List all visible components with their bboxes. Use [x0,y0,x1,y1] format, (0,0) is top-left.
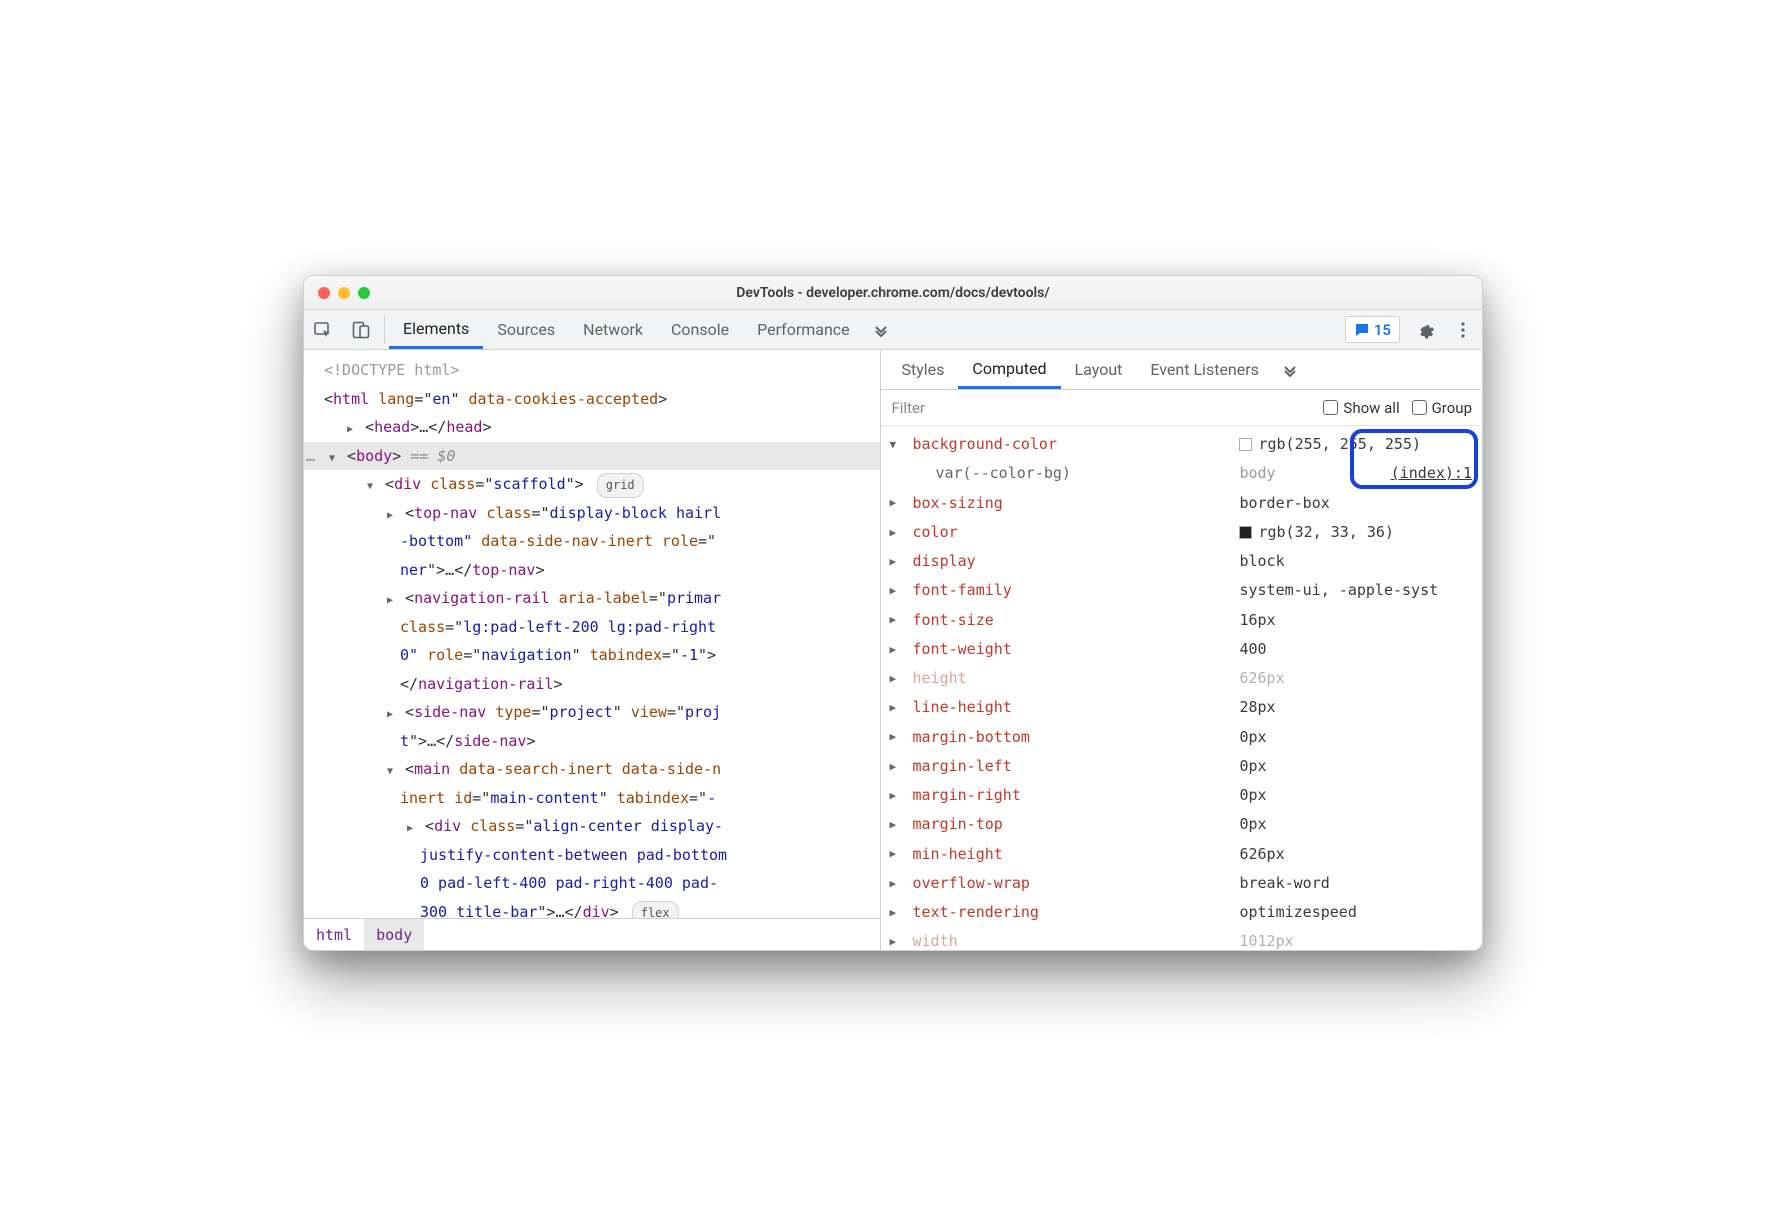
computed-row[interactable]: margin-right0px [881,781,1482,810]
computed-row-background-color[interactable]: background-color rgb(255, 255, 255) [881,430,1482,459]
tab-sources[interactable]: Sources [483,310,569,349]
filter-input[interactable]: Filter [891,399,1311,417]
computed-row[interactable]: margin-top0px [881,810,1482,839]
side-more-tabs-icon[interactable] [1273,350,1307,389]
dom-inner-div1-l3[interactable]: 0 pad-left-400 pad-right-400 pad- [304,869,880,898]
traffic-lights [304,287,370,299]
group-checkbox[interactable]: Group [1412,399,1472,417]
breadcrumb: html body [304,918,880,950]
dom-inner-div1-l4[interactable]: 300 title-bar">…</div> flex [304,898,880,919]
source-link[interactable]: (index):1 [1391,459,1472,488]
dom-scaffold[interactable]: <div class="scaffold"> grid [304,470,880,499]
dom-main-l2[interactable]: inert id="main-content" tabindex="- [304,784,880,813]
tab-network[interactable]: Network [569,310,657,349]
settings-icon[interactable] [1406,310,1444,349]
show-all-checkbox[interactable]: Show all [1323,399,1399,417]
side-tab-styles[interactable]: Styles [887,350,958,389]
device-toolbar-icon[interactable] [342,310,380,349]
computed-row[interactable]: overflow-wrapbreak-word [881,869,1482,898]
dom-body-selected[interactable]: <body> == $0 [304,442,880,471]
computed-row[interactable]: colorrgb(32, 33, 36) [881,518,1482,547]
dom-tree[interactable]: <!DOCTYPE html> <html lang="en" data-coo… [304,350,880,918]
more-menu-icon[interactable] [1444,310,1482,349]
dom-inner-div1-l2[interactable]: justify-content-between pad-bottom [304,841,880,870]
console-messages-badge[interactable]: 15 [1345,316,1400,343]
computed-row[interactable]: margin-left0px [881,752,1482,781]
dom-sidenav[interactable]: <side-nav type="project" view="proj [304,698,880,727]
main-split: <!DOCTYPE html> <html lang="en" data-coo… [304,350,1482,950]
computed-row[interactable]: height626px [881,664,1482,693]
dom-doctype[interactable]: <!DOCTYPE html> [304,356,880,385]
checkbox-icon [1323,400,1338,415]
dom-inner-div1[interactable]: <div class="align-center display- [304,812,880,841]
window-title: DevTools - developer.chrome.com/docs/dev… [304,285,1482,301]
side-tab-computed[interactable]: Computed [958,350,1060,389]
dom-navrail-l2[interactable]: class="lg:pad-left-200 lg:pad-right [304,613,880,642]
computed-row[interactable]: margin-bottom0px [881,723,1482,752]
dom-topnav-l3[interactable]: ner">…</top-nav> [304,556,880,585]
dom-head[interactable]: <head>…</head> [304,413,880,442]
devtools-window: DevTools - developer.chrome.com/docs/dev… [303,275,1483,951]
breadcrumb-html[interactable]: html [304,919,364,950]
color-swatch[interactable] [1239,526,1252,539]
computed-row[interactable]: displayblock [881,547,1482,576]
titlebar: DevTools - developer.chrome.com/docs/dev… [304,276,1482,310]
zoom-window-button[interactable] [358,287,370,299]
computed-row[interactable]: font-size16px [881,606,1482,635]
computed-row[interactable]: text-renderingoptimizespeed [881,898,1482,927]
dom-sidenav-l2[interactable]: t">…</side-nav> [304,727,880,756]
dom-navrail-close[interactable]: </navigation-rail> [304,670,880,699]
computed-row[interactable]: min-height626px [881,840,1482,869]
computed-row[interactable]: line-height28px [881,693,1482,722]
side-tab-event-listeners[interactable]: Event Listeners [1136,350,1273,389]
message-icon [1354,322,1370,338]
messages-count: 15 [1374,321,1391,339]
main-toolbar: Elements Sources Network Console Perform… [304,310,1482,350]
computed-list[interactable]: background-color rgb(255, 255, 255) var(… [881,426,1482,950]
breadcrumb-body[interactable]: body [364,919,424,950]
layout-badge-flex[interactable]: flex [632,901,679,919]
dom-navrail[interactable]: <navigation-rail aria-label="primar [304,584,880,613]
tab-elements[interactable]: Elements [389,310,483,349]
side-tabs: Styles Computed Layout Event Listeners [881,350,1482,390]
computed-row[interactable]: font-weight400 [881,635,1482,664]
checkbox-icon [1412,400,1427,415]
elements-panel: <!DOCTYPE html> <html lang="en" data-coo… [304,350,881,950]
styles-side-panel: Styles Computed Layout Event Listeners F… [881,350,1482,950]
inspect-element-icon[interactable] [304,310,342,349]
computed-row[interactable]: width1012px [881,927,1482,950]
color-swatch[interactable] [1239,438,1252,451]
dom-navrail-l3[interactable]: 0" role="navigation" tabindex="-1"> [304,641,880,670]
computed-row[interactable]: box-sizingborder-box [881,489,1482,518]
layout-badge-grid[interactable]: grid [597,473,644,498]
side-tab-layout[interactable]: Layout [1061,350,1137,389]
more-tabs-icon[interactable] [864,310,898,349]
minimize-window-button[interactable] [338,287,350,299]
computed-row-bg-sub[interactable]: var(--color-bg) body (index):1 [881,459,1482,488]
tab-performance[interactable]: Performance [743,310,864,349]
close-window-button[interactable] [318,287,330,299]
dom-topnav[interactable]: <top-nav class="display-block hairl [304,499,880,528]
dom-topnav-l2[interactable]: -bottom" data-side-nav-inert role=" [304,527,880,556]
computed-row[interactable]: font-familysystem-ui, -apple-syst [881,576,1482,605]
dom-main[interactable]: <main data-search-inert data-side-n [304,755,880,784]
toolbar-separator [384,316,385,343]
computed-filter-bar: Filter Show all Group [881,390,1482,426]
tab-console[interactable]: Console [657,310,743,349]
dom-html-open[interactable]: <html lang="en" data-cookies-accepted> [304,385,880,414]
